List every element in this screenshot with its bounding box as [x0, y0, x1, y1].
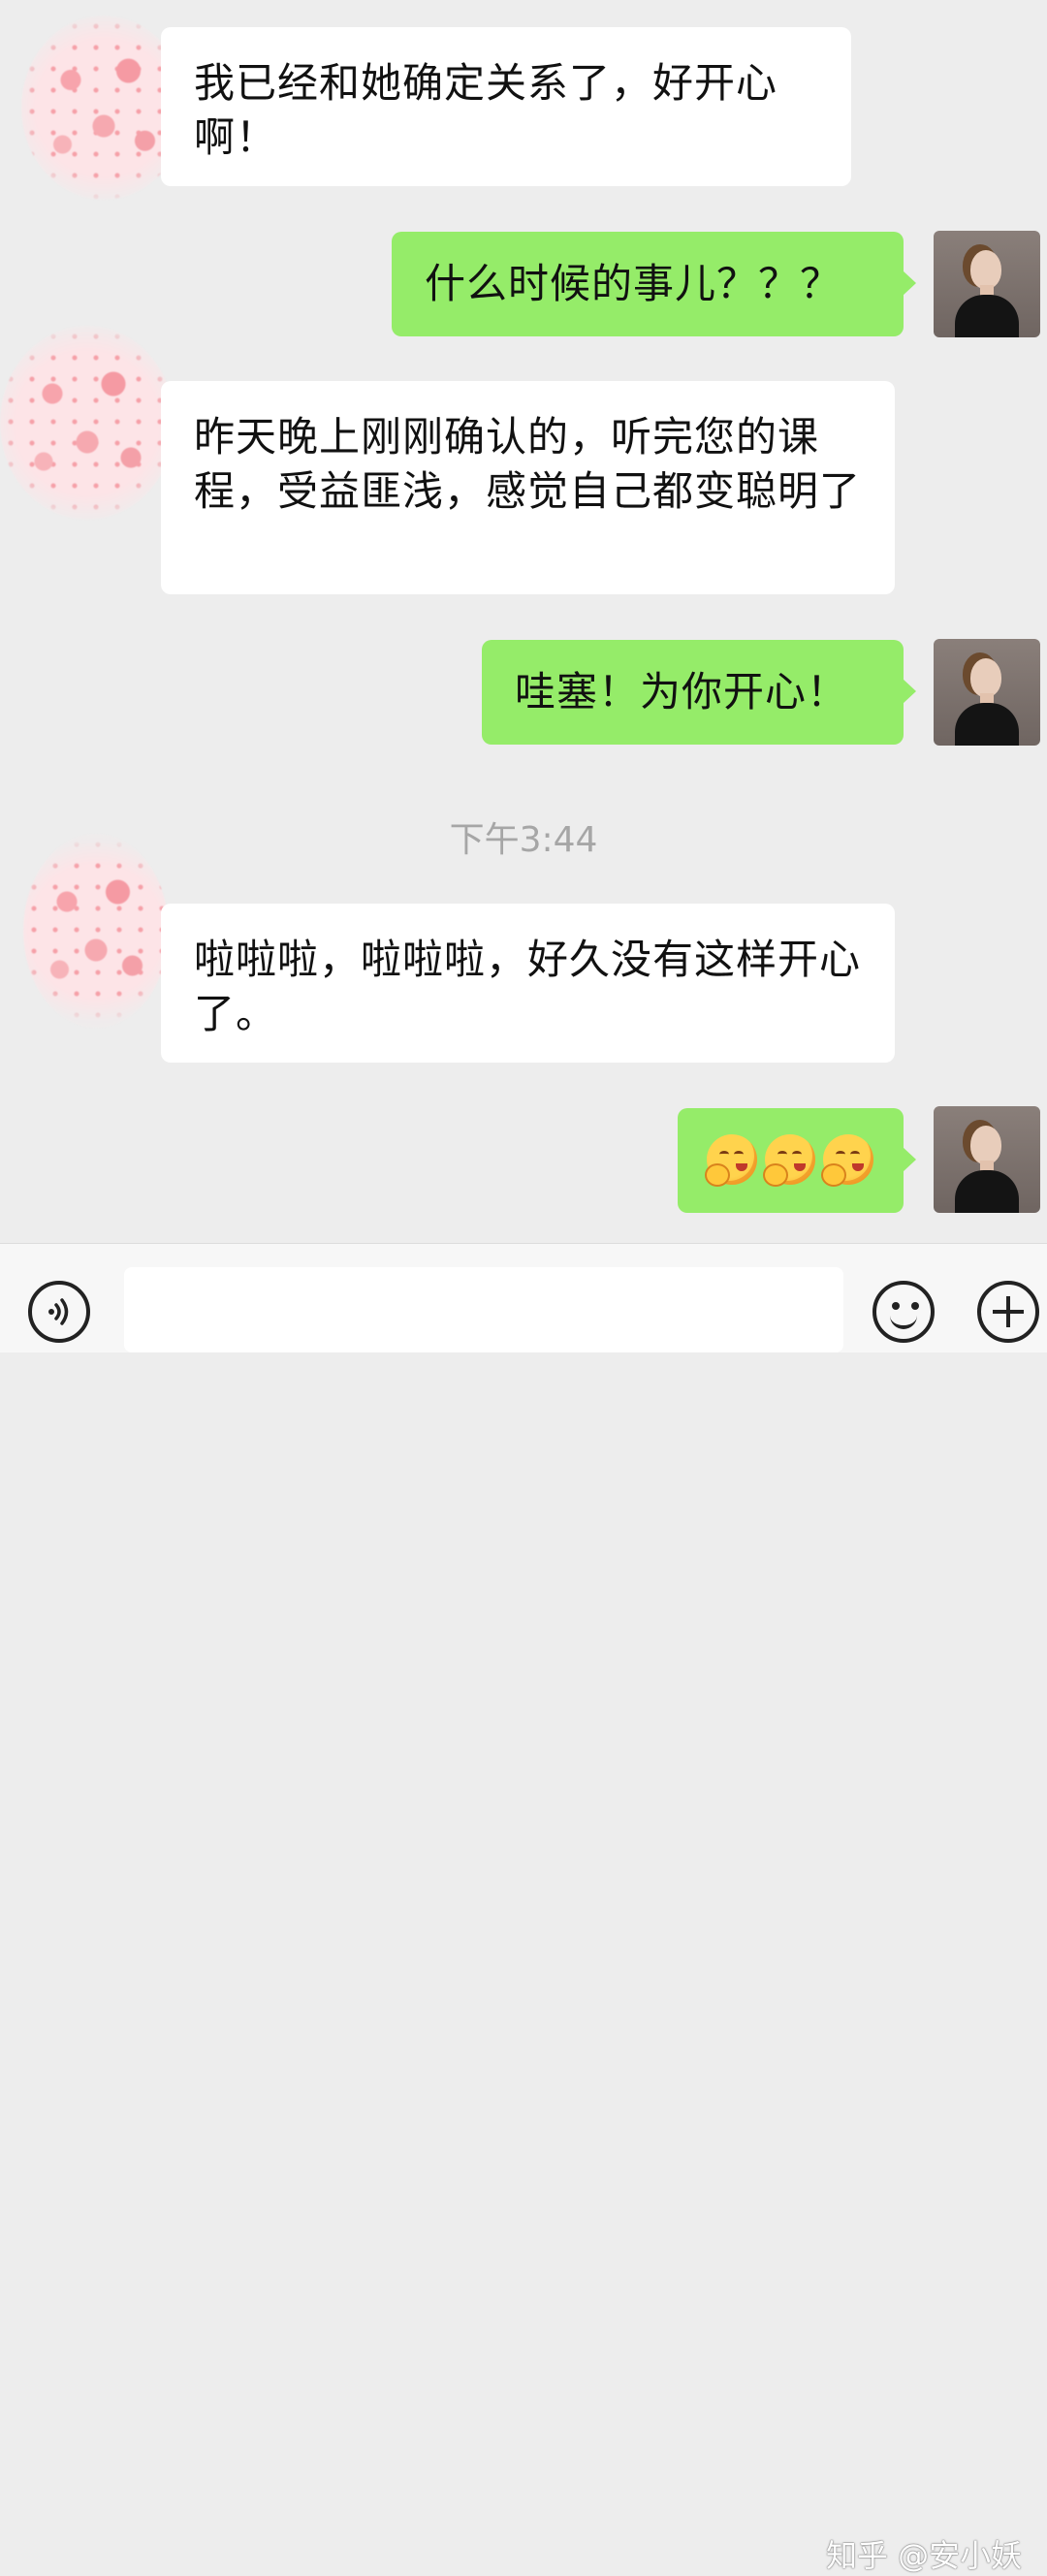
message-text: 昨天晚上刚刚确认的，听完您的课程，受益匪浅，感觉自己都变聪明了 — [194, 413, 862, 515]
message-text: 哇塞！为你开心！ — [515, 668, 849, 716]
contact-avatar[interactable] — [23, 834, 169, 1028]
message-bubble-incoming[interactable]: 我已经和她确定关系了，好开心啊！ — [161, 27, 851, 186]
message-bubble-incoming[interactable]: 昨天晚上刚刚确认的，听完您的课程，受益匪浅，感觉自己都变聪明了 — [161, 381, 895, 594]
my-avatar[interactable] — [934, 639, 1040, 746]
message-bubble-outgoing[interactable] — [678, 1108, 916, 1213]
message-timestamp: 下午3:44 — [449, 820, 598, 860]
hug-face-emoji — [763, 1134, 815, 1187]
message-bubble-outgoing[interactable]: 什么时候的事儿？？？ — [392, 232, 916, 336]
message-bubble-incoming[interactable]: 啦啦啦，啦啦啦，好久没有这样开心了。 — [161, 904, 895, 1063]
message-text: 我已经和她确定关系了，好开心啊！ — [194, 59, 778, 161]
input-bar: 知乎 @安小妖 — [0, 1243, 1047, 2574]
watermark: 知乎 @安小妖 — [826, 2537, 1023, 2574]
contact-avatar[interactable] — [0, 326, 174, 520]
message-input[interactable] — [124, 1267, 843, 1352]
message-text: 啦啦啦，啦啦啦，好久没有这样开心了。 — [194, 936, 862, 1037]
voice-icon[interactable] — [28, 1281, 90, 1343]
plus-icon[interactable] — [977, 1281, 1039, 1343]
hug-face-emoji — [705, 1134, 757, 1187]
chat-area: 我已经和她确定关系了，好开心啊！ 什么时候的事儿？？？ 昨天晚上刚刚确认的，听完… — [0, 0, 1047, 1243]
emoji-row — [705, 1131, 874, 1188]
message-text: 什么时候的事儿？？？ — [425, 260, 842, 307]
emoji-face-icon[interactable] — [872, 1281, 935, 1343]
hug-face-emoji — [821, 1134, 873, 1187]
my-avatar[interactable] — [934, 1106, 1040, 1213]
message-bubble-outgoing[interactable]: 哇塞！为你开心！ — [482, 640, 916, 745]
my-avatar[interactable] — [934, 231, 1040, 337]
